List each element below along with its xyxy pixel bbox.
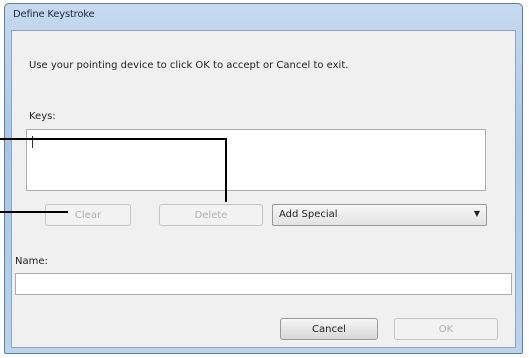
name-input[interactable] [15, 273, 512, 295]
callout-line-delete-vertical [225, 138, 227, 202]
define-keystroke-dialog: Define Keystroke Use your pointing devic… [4, 3, 523, 354]
clear-button[interactable]: Clear [45, 204, 131, 226]
delete-button[interactable]: Delete [159, 204, 263, 226]
dialog-client-area: Use your pointing device to click OK to … [11, 30, 516, 348]
add-special-dropdown[interactable]: Add Special ▼ [272, 204, 487, 226]
chevron-down-icon: ▼ [473, 209, 480, 218]
name-label: Name: [15, 256, 48, 267]
instruction-text: Use your pointing device to click OK to … [29, 60, 349, 71]
callout-line-clear [0, 211, 68, 213]
callout-line-delete-horizontal [0, 138, 227, 140]
window-title: Define Keystroke [13, 9, 95, 20]
cancel-button[interactable]: Cancel [280, 318, 378, 340]
ok-button[interactable]: OK [394, 318, 498, 340]
keys-label: Keys: [29, 111, 56, 122]
add-special-selected: Add Special [279, 209, 338, 220]
